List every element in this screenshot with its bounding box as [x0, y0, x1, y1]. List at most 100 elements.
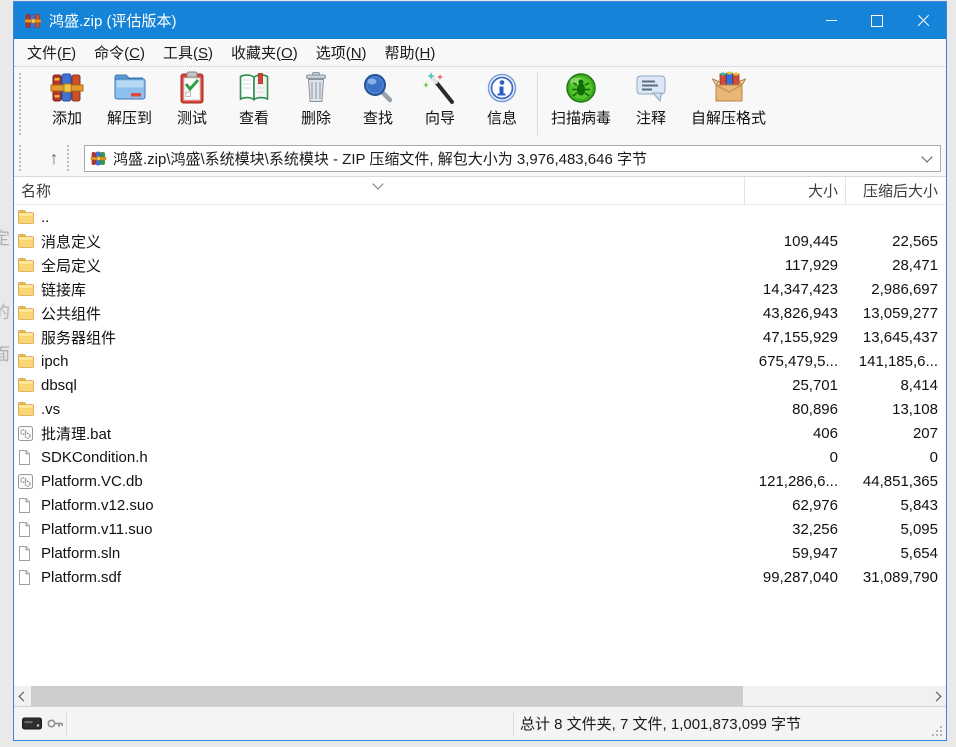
virus-scan-icon — [564, 71, 598, 105]
add-button[interactable]: 添加 — [36, 67, 98, 130]
title-bar: 鸿盛.zip (评估版本) — [14, 2, 946, 39]
menu-favorites[interactable]: 收藏夹(O) — [222, 38, 307, 67]
list-header: 名称 大小 压缩后大小 — [14, 177, 946, 205]
delete-trash-icon — [299, 71, 333, 105]
winrar-books-icon — [50, 71, 84, 105]
menu-options[interactable]: 选项(N) — [307, 38, 376, 67]
column-header-size[interactable]: 大小 — [744, 177, 845, 204]
horizontal-scrollbar[interactable] — [14, 686, 946, 706]
comment-button[interactable]: 注释 — [620, 67, 682, 130]
winrar-window: 鸿盛.zip (评估版本) 文件(F) 命令(C) 工具(S) 收藏夹(O) 选… — [13, 1, 947, 741]
chevron-left-icon — [19, 691, 29, 701]
minimize-icon — [826, 20, 837, 21]
document-icon — [18, 498, 35, 513]
table-row[interactable]: 消息定义 109,44522,565 — [14, 229, 946, 253]
test-clipboard-icon — [175, 71, 209, 105]
menu-help[interactable]: 帮助(H) — [376, 38, 445, 67]
scroll-right-button[interactable] — [929, 686, 946, 706]
key-icon[interactable] — [47, 717, 64, 730]
window-title: 鸿盛.zip (评估版本) — [49, 10, 808, 31]
table-row[interactable]: Platform.sdf 99,287,04031,089,790 — [14, 565, 946, 589]
background-window-text: 的 — [0, 298, 10, 323]
table-row[interactable]: 链接库 14,347,4232,986,697 — [14, 277, 946, 301]
table-row[interactable]: 批清理.bat 406207 — [14, 421, 946, 445]
table-row[interactable]: Platform.v12.suo 62,9765,843 — [14, 493, 946, 517]
document-icon — [18, 450, 35, 465]
addressbar-gripper — [19, 145, 21, 171]
status-icons — [14, 717, 66, 730]
toolbar-gripper — [19, 73, 21, 135]
view-book-icon — [237, 71, 271, 105]
column-header-packed[interactable]: 压缩后大小 — [845, 177, 946, 204]
document-icon — [18, 570, 35, 585]
table-row[interactable]: SDKCondition.h 00 — [14, 445, 946, 469]
menu-bar: 文件(F) 命令(C) 工具(S) 收藏夹(O) 选项(N) 帮助(H) — [14, 39, 946, 66]
table-row[interactable]: .vs 80,89613,108 — [14, 397, 946, 421]
totals-text: 总计 8 文件夹, 7 文件, 1,001,873,099 字节 — [514, 713, 801, 734]
folder-icon — [18, 330, 35, 344]
chevron-down-icon[interactable] — [921, 151, 932, 162]
folder-icon — [18, 354, 35, 368]
chevron-right-icon — [932, 691, 942, 701]
table-row[interactable]: 全局定义 117,92928,471 — [14, 253, 946, 277]
menu-commands[interactable]: 命令(C) — [85, 38, 154, 67]
batch-file-icon — [18, 426, 35, 441]
maximize-button[interactable] — [854, 2, 900, 39]
delete-button[interactable]: 删除 — [285, 67, 347, 130]
folder-icon — [18, 282, 35, 296]
folder-up-icon — [18, 210, 35, 224]
resize-grip[interactable] — [932, 726, 942, 736]
find-magnifier-icon — [361, 71, 395, 105]
extract-folder-icon — [113, 71, 147, 105]
statusbar-message-area — [67, 707, 513, 740]
close-button[interactable] — [900, 2, 946, 39]
view-button[interactable]: 查看 — [223, 67, 285, 130]
table-row[interactable]: .. — [14, 205, 946, 229]
archive-path-text: 鸿盛.zip\鸿盛\系统模块\系统模块 - ZIP 压缩文件, 解包大小为 3,… — [113, 148, 923, 169]
test-button[interactable]: 测试 — [161, 67, 223, 130]
archive-icon — [90, 151, 107, 166]
close-icon — [917, 14, 930, 27]
database-file-icon — [18, 474, 35, 489]
info-icon — [485, 71, 519, 105]
document-icon — [18, 546, 35, 561]
background-window-text: 面 — [0, 340, 10, 365]
status-bar: 总计 8 文件夹, 7 文件, 1,001,873,099 字节 — [14, 706, 946, 740]
toolbar-separator — [537, 73, 538, 135]
scan-virus-button[interactable]: 扫描病毒 — [542, 67, 620, 130]
document-icon — [18, 522, 35, 537]
find-button[interactable]: 查找 — [347, 67, 409, 130]
folder-icon — [18, 402, 35, 416]
folder-icon — [18, 378, 35, 392]
wizard-button[interactable]: 向导 — [409, 67, 471, 130]
table-row[interactable]: Platform.VC.db 121,286,6...44,851,365 — [14, 469, 946, 493]
sfx-button[interactable]: 自解压格式 — [682, 67, 775, 130]
up-arrow-icon: ↑ — [50, 148, 59, 169]
extract-to-button[interactable]: 解压到 — [98, 67, 161, 130]
menu-file[interactable]: 文件(F) — [18, 38, 85, 67]
maximize-icon — [871, 15, 883, 27]
background-window-text: 定 — [0, 224, 10, 249]
drive-icon[interactable] — [22, 717, 42, 730]
archive-path-combobox[interactable]: 鸿盛.zip\鸿盛\系统模块\系统模块 - ZIP 压缩文件, 解包大小为 3,… — [84, 145, 941, 172]
scrollbar-thumb[interactable] — [31, 686, 743, 706]
winrar-books-icon — [24, 13, 42, 29]
minimize-button[interactable] — [808, 2, 854, 39]
table-row[interactable]: 服务器组件 47,155,92913,645,437 — [14, 325, 946, 349]
info-button[interactable]: 信息 — [471, 67, 533, 130]
table-row[interactable]: Platform.sln 59,9475,654 — [14, 541, 946, 565]
scroll-left-button[interactable] — [14, 686, 31, 706]
comment-icon — [634, 71, 668, 105]
table-row[interactable]: Platform.v11.suo 32,2565,095 — [14, 517, 946, 541]
folder-icon — [18, 258, 35, 272]
folder-icon — [18, 234, 35, 248]
table-row[interactable]: ipch 675,479,5...141,185,6... — [14, 349, 946, 373]
menu-tools[interactable]: 工具(S) — [154, 38, 222, 67]
table-row[interactable]: dbsql 25,7018,414 — [14, 373, 946, 397]
sfx-box-icon — [712, 71, 746, 105]
addressbar-gripper — [67, 145, 69, 171]
toolbar: 添加 解压到 — [14, 66, 946, 141]
table-row[interactable]: 公共组件 43,826,94313,059,277 — [14, 301, 946, 325]
address-bar: ↑ 鸿盛.zip\鸿盛\系统模块\系统模块 - ZIP 压缩文件, 解包大小为 … — [14, 141, 946, 176]
list-body: .. 消息定义 109,44522,565 全局定义 117,92928,471… — [14, 205, 946, 686]
